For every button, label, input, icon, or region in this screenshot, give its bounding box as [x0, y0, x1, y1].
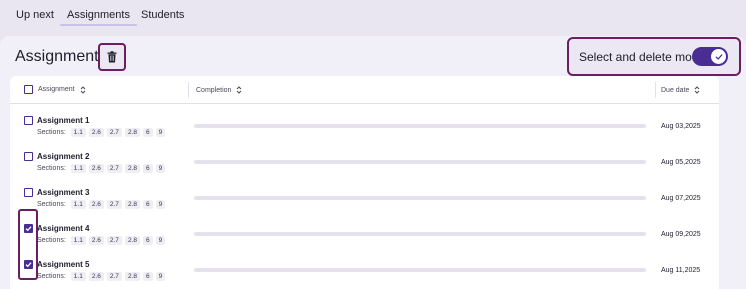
section-chip: 2.7	[106, 128, 122, 137]
completion-bar	[194, 232, 646, 236]
assignment-name[interactable]: Assignment 4	[37, 224, 89, 233]
table-row[interactable]: Assignment 2 Sections: 1.1 2.6 2.7 2.8 6 9 Aug 0…	[10, 145, 719, 181]
section-chip: 1.1	[70, 164, 86, 173]
select-all-checkbox[interactable]	[24, 85, 33, 94]
section-chip: 2.6	[88, 272, 104, 281]
section-chip: 2.7	[106, 164, 122, 173]
section-chip: 2.8	[124, 272, 140, 281]
header-completion-label: Completion	[196, 86, 232, 94]
completion-bar	[194, 124, 646, 128]
header-completion[interactable]: Completion	[196, 86, 242, 94]
select-delete-mode-label: Select and delete mode	[579, 50, 706, 64]
check-icon	[25, 262, 32, 268]
section-chip: 9	[155, 200, 166, 209]
sections-list: Sections: 1.1 2.6 2.7 2.8 6 9	[37, 272, 166, 281]
toggle-knob	[711, 49, 726, 64]
section-chip: 2.6	[88, 128, 104, 137]
section-chip: 9	[155, 164, 166, 173]
due-date: Aug 03,2025	[661, 123, 701, 130]
trash-icon	[107, 51, 117, 63]
row-checkbox[interactable]	[24, 260, 33, 269]
assignment-name[interactable]: Assignment 3	[37, 188, 89, 197]
row-checkbox[interactable]	[24, 116, 33, 125]
sections-list: Sections: 1.1 2.6 2.7 2.8 6 9	[37, 200, 166, 209]
section-chip: 6	[142, 164, 153, 173]
section-chip: 1.1	[70, 272, 86, 281]
section-chip: 2.6	[88, 164, 104, 173]
sort-icon	[80, 85, 85, 94]
sections-list: Sections: 1.1 2.6 2.7 2.8 6 9	[37, 164, 166, 173]
sort-icon	[237, 86, 242, 94]
column-divider	[188, 82, 189, 98]
sections-label: Sections:	[37, 165, 66, 172]
section-chip: 2.7	[106, 200, 122, 209]
assignments-table: Assignment Completion Due date Assignmen…	[10, 76, 719, 289]
due-date: Aug 07,2025	[661, 195, 701, 202]
check-icon	[715, 53, 722, 60]
page-title: Assignments	[15, 48, 107, 65]
row-checkbox[interactable]	[24, 152, 33, 161]
section-chip: 9	[155, 272, 166, 281]
header-due-date-label: Due date	[661, 86, 690, 94]
sections-label: Sections:	[37, 129, 66, 136]
assignments-panel: Assignments Select and delete mode Assig…	[0, 36, 746, 289]
tab-assignments[interactable]: Assignments	[60, 9, 137, 26]
assignment-name[interactable]: Assignment 2	[37, 152, 89, 161]
due-date: Aug 11,2025	[661, 267, 701, 274]
completion-bar	[194, 160, 646, 164]
check-icon	[25, 226, 32, 232]
section-chip: 6	[142, 272, 153, 281]
section-chip: 6	[142, 128, 153, 137]
table-row[interactable]: Assignment 1 Sections: 1.1 2.6 2.7 2.8 6 9 Aug 0…	[10, 109, 719, 145]
section-chip: 6	[142, 236, 153, 245]
tab-students[interactable]: Students	[141, 9, 184, 21]
sections-label: Sections:	[37, 201, 66, 208]
assignment-name[interactable]: Assignment 1	[37, 116, 89, 125]
delete-button[interactable]	[98, 43, 126, 71]
completion-bar	[194, 196, 646, 200]
section-chip: 2.8	[124, 128, 140, 137]
sections-list: Sections: 1.1 2.6 2.7 2.8 6 9	[37, 128, 166, 137]
header-due-date[interactable]: Due date	[661, 86, 700, 94]
due-date: Aug 05,2025	[661, 159, 701, 166]
column-divider	[655, 82, 656, 98]
due-date: Aug 09,2025	[661, 231, 701, 238]
section-chip: 9	[155, 128, 166, 137]
select-delete-mode-toggle[interactable]	[692, 47, 728, 66]
section-chip: 9	[155, 236, 166, 245]
select-delete-mode-control: Select and delete mode	[567, 37, 741, 76]
sort-icon	[695, 86, 700, 94]
header-assignment[interactable]: Assignment	[24, 85, 86, 94]
section-chip: 2.7	[106, 272, 122, 281]
section-chip: 6	[142, 200, 153, 209]
table-row[interactable]: Assignment 3 Sections: 1.1 2.6 2.7 2.8 6 9 Aug 0…	[10, 181, 719, 217]
tab-up-next[interactable]: Up next	[16, 9, 54, 21]
sections-list: Sections: 1.1 2.6 2.7 2.8 6 9	[37, 236, 166, 245]
table-row[interactable]: Assignment 5 Sections: 1.1 2.6 2.7 2.8 6 9 Aug 1…	[10, 253, 719, 289]
header-assignment-label: Assignment	[38, 86, 75, 93]
completion-bar	[194, 268, 646, 272]
section-chip: 1.1	[70, 200, 86, 209]
row-checkbox[interactable]	[24, 224, 33, 233]
assignment-name[interactable]: Assignment 5	[37, 260, 89, 269]
section-chip: 1.1	[70, 236, 86, 245]
table-row[interactable]: Assignment 4 Sections: 1.1 2.6 2.7 2.8 6 9 Aug 0…	[10, 217, 719, 253]
section-chip: 2.8	[124, 236, 140, 245]
sections-label: Sections:	[37, 273, 66, 280]
section-chip: 2.6	[88, 200, 104, 209]
section-chip: 1.1	[70, 128, 86, 137]
section-chip: 2.6	[88, 236, 104, 245]
section-chip: 2.8	[124, 200, 140, 209]
row-checkbox[interactable]	[24, 188, 33, 197]
section-chip: 2.7	[106, 236, 122, 245]
sections-label: Sections:	[37, 237, 66, 244]
table-header: Assignment Completion Due date	[10, 76, 719, 104]
tab-bar: Up next Assignments Students	[0, 0, 746, 30]
section-chip: 2.8	[124, 164, 140, 173]
